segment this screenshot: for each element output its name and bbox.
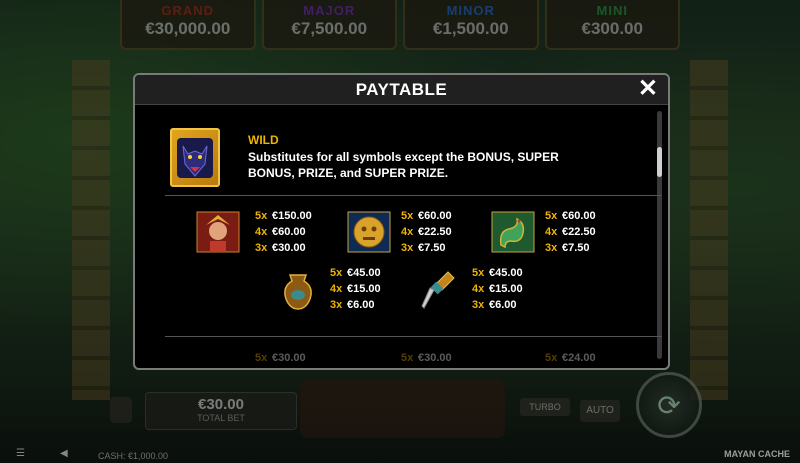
- pay-value: €22.50: [562, 226, 596, 238]
- pay-value: €24.00: [562, 352, 596, 364]
- jade-snake-pays: 5x €60.00 4x €22.50 3x €7.50: [545, 208, 596, 256]
- pay-value: €45.00: [489, 267, 523, 279]
- pay-count: 5x: [330, 267, 343, 279]
- dagger-pays: 5x €45.00 4x €15.00 3x €6.00: [472, 265, 523, 313]
- modal-header: PAYTABLE ✕: [135, 75, 668, 105]
- wild-description: Substitutes for all symbols except the B…: [248, 150, 559, 180]
- pay-value: €22.50: [418, 226, 452, 238]
- vase-icon: [275, 268, 321, 312]
- close-icon[interactable]: ✕: [638, 76, 658, 102]
- pay-value: €60.00: [272, 226, 306, 238]
- pay-value: €6.00: [347, 299, 375, 311]
- pay-value: €60.00: [562, 210, 596, 222]
- pay-value: €7.50: [418, 242, 446, 254]
- pay-count: 5x: [255, 352, 268, 364]
- pay-value: €30.00: [272, 352, 306, 364]
- pay-count: 4x: [472, 283, 485, 295]
- wild-title: WILD: [248, 133, 279, 147]
- panther-icon: [170, 128, 220, 187]
- pay-value: €150.00: [272, 210, 312, 222]
- gold-mask-icon: [346, 210, 392, 254]
- jade-snake-icon: [490, 210, 536, 254]
- pay-value: €6.00: [489, 299, 517, 311]
- pay-value: €45.00: [347, 267, 381, 279]
- next-row-pay: 5x €30.00: [255, 350, 306, 366]
- divider: [165, 336, 662, 337]
- queen-pays: 5x €150.00 4x €60.00 3x €30.00: [255, 208, 312, 256]
- pay-value: €30.00: [272, 242, 306, 254]
- pay-count: 4x: [401, 226, 414, 238]
- queen-icon: [195, 210, 241, 254]
- vase-pays: 5x €45.00 4x €15.00 3x €6.00: [330, 265, 381, 313]
- pay-count: 4x: [330, 283, 343, 295]
- modal-title: PAYTABLE: [355, 80, 448, 99]
- gold-mask-pays: 5x €60.00 4x €22.50 3x €7.50: [401, 208, 452, 256]
- scrollbar-track[interactable]: [657, 111, 662, 359]
- pay-value: €7.50: [562, 242, 590, 254]
- pay-value: €30.00: [418, 352, 452, 364]
- pay-count: 3x: [255, 242, 268, 254]
- pay-count: 4x: [255, 226, 268, 238]
- pay-count: 3x: [401, 242, 414, 254]
- dagger-icon: [415, 268, 461, 312]
- pay-count: 5x: [401, 210, 414, 222]
- pay-count: 5x: [401, 352, 414, 364]
- pay-value: €15.00: [347, 283, 381, 295]
- pay-count: 3x: [545, 242, 558, 254]
- divider: [165, 195, 662, 196]
- pay-count: 5x: [545, 352, 558, 364]
- next-row-pay: 5x €30.00: [401, 350, 452, 366]
- pay-value: €60.00: [418, 210, 452, 222]
- pay-count: 5x: [545, 210, 558, 222]
- next-row-pay: 5x €24.00: [545, 350, 596, 366]
- scrollbar-thumb[interactable]: [657, 147, 662, 177]
- pay-count: 4x: [545, 226, 558, 238]
- pay-count: 3x: [330, 299, 343, 311]
- pay-count: 5x: [472, 267, 485, 279]
- pay-count: 5x: [255, 210, 268, 222]
- paytable-modal: PAYTABLE ✕ WILD Substitutes for all symb…: [133, 73, 670, 370]
- pay-count: 3x: [472, 299, 485, 311]
- pay-value: €15.00: [489, 283, 523, 295]
